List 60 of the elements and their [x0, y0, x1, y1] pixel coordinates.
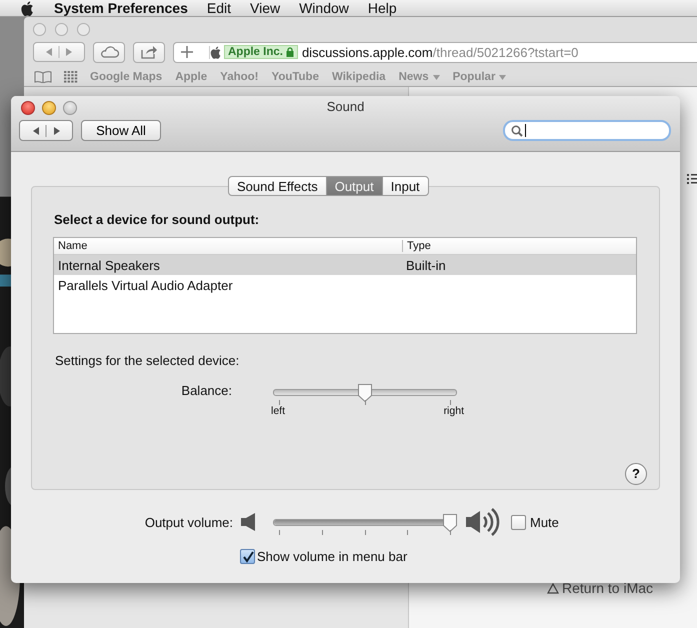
- back-forward-buttons[interactable]: [19, 120, 73, 141]
- slider-label: left: [271, 405, 286, 417]
- caret-icon: [499, 74, 506, 80]
- url-host: discussions.apple.com: [302, 44, 433, 60]
- menu-item[interactable]: View: [250, 0, 280, 16]
- slider-thumb[interactable]: [442, 513, 458, 533]
- share-button[interactable]: [133, 42, 165, 62]
- lock-icon: [286, 47, 294, 57]
- mute-label: Mute: [530, 514, 559, 530]
- menu-item[interactable]: Edit: [206, 0, 231, 16]
- cloud-button[interactable]: [93, 42, 125, 62]
- menu-item[interactable]: System Preferences: [54, 0, 188, 16]
- column-header[interactable]: Name: [54, 240, 402, 252]
- zoom-button[interactable]: [63, 100, 77, 114]
- plus-icon[interactable]: [181, 46, 193, 58]
- slider-thumb[interactable]: [357, 383, 373, 403]
- section-heading: Select a device for sound output:: [54, 212, 260, 227]
- search-field[interactable]: [503, 120, 671, 141]
- menu-item[interactable]: Help: [368, 0, 397, 16]
- balance-label: Balance:: [180, 383, 232, 398]
- tab[interactable]: Output: [326, 176, 383, 196]
- column-header[interactable]: Type: [402, 240, 431, 252]
- table-row[interactable]: Internal Speakers Built-in: [54, 255, 636, 275]
- speaker-quiet-icon: [241, 513, 255, 531]
- minimize-button[interactable]: [42, 100, 56, 114]
- window-button[interactable]: [33, 23, 46, 36]
- share-icon: [140, 45, 158, 59]
- show-volume-checkbox[interactable]: [240, 549, 255, 564]
- cloud-icon: [99, 46, 119, 58]
- grid-icon[interactable]: [64, 71, 78, 83]
- site-identity: Apple Inc.: [228, 46, 283, 58]
- book-icon[interactable]: [34, 71, 52, 83]
- window-button[interactable]: [55, 23, 68, 36]
- volume-label: Output volume:: [144, 514, 233, 530]
- close-button[interactable]: [21, 100, 35, 114]
- caret-icon: [432, 74, 440, 80]
- search-icon: [511, 124, 523, 136]
- url-path: /thread/5021266?tstart=0: [432, 44, 578, 60]
- list-icon[interactable]: [687, 173, 697, 185]
- tab[interactable]: Input: [382, 176, 429, 196]
- tab[interactable]: Sound Effects: [228, 176, 327, 196]
- apple-logo-icon[interactable]: [20, 0, 34, 16]
- table-row[interactable]: Parallels Virtual Audio Adapter: [54, 275, 636, 295]
- address-field[interactable]: Apple Inc. discussions.apple.com/thread/5021266?tstart=0: [173, 42, 697, 62]
- table-cell-text: Built-in: [405, 258, 446, 272]
- apple-logo-icon: [209, 46, 221, 58]
- table-cell-text: Parallels Virtual Audio Adapter: [57, 278, 234, 292]
- return-link[interactable]: Return to iMac: [547, 580, 654, 596]
- mute-checkbox[interactable]: [511, 514, 526, 530]
- show-all-button[interactable]: Show All: [81, 120, 161, 141]
- table-cell-text: Internal Speakers: [57, 258, 161, 272]
- help-button[interactable]: ?: [625, 463, 647, 485]
- speaker-loud-icon: [466, 507, 500, 537]
- show-volume-label: Show volume in menu bar: [257, 549, 408, 564]
- menu-item[interactable]: Window: [299, 0, 349, 16]
- triangle-icon: [547, 582, 559, 594]
- window-button[interactable]: [77, 23, 90, 36]
- settings-label: Settings for the selected device:: [55, 353, 240, 368]
- slider-label: right: [444, 405, 464, 417]
- window-title: Sound: [326, 99, 366, 114]
